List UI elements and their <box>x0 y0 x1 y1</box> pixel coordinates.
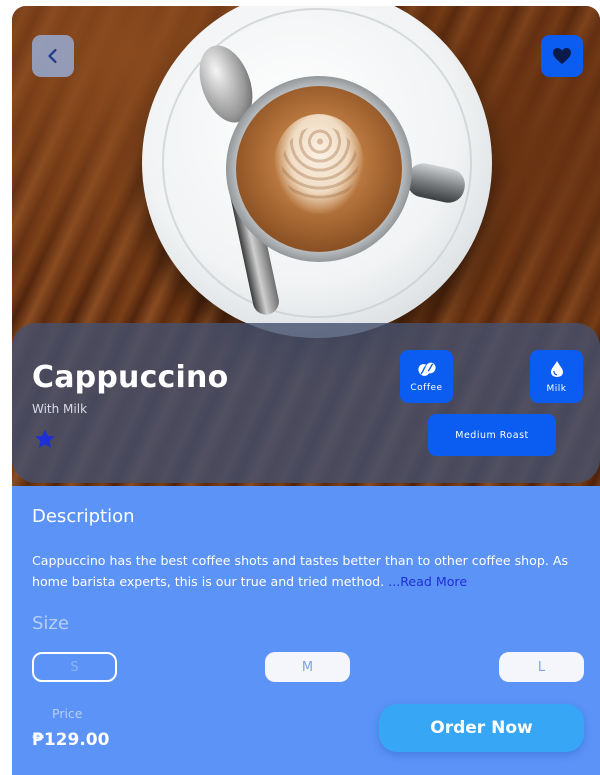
product-subtitle: With Milk <box>32 402 88 416</box>
price-value: ₱129.00 <box>32 730 110 750</box>
description-text: Cappuccino has the best coffee shots and… <box>32 550 572 592</box>
info-panel <box>12 323 600 483</box>
tag-roast: Medium Roast <box>428 414 556 456</box>
tag-milk: Milk <box>530 350 583 403</box>
tag-roast-label: Medium Roast <box>455 429 529 441</box>
size-option-m[interactable]: M <box>265 652 350 682</box>
coffee-beans-icon <box>417 362 436 376</box>
latte-art-lines <box>282 126 358 204</box>
heart-icon <box>553 48 571 64</box>
back-button[interactable] <box>32 35 74 77</box>
size-option-l[interactable]: L <box>499 652 584 682</box>
favorite-button[interactable] <box>541 35 583 77</box>
drop-icon <box>550 360 563 377</box>
tag-coffee-label: Coffee <box>410 382 443 393</box>
star-icon <box>35 429 55 448</box>
chevron-left-icon <box>48 48 57 64</box>
tag-milk-label: Milk <box>546 383 567 394</box>
size-option-s[interactable]: S <box>32 652 117 682</box>
product-screen: Cappuccino With Milk Coffee Milk Medium … <box>12 6 600 775</box>
description-heading: Description <box>32 506 135 527</box>
price-label: Price <box>52 706 83 721</box>
product-title: Cappuccino <box>32 360 229 395</box>
read-more-link[interactable]: ...Read More <box>388 574 467 589</box>
size-heading: Size <box>32 613 69 634</box>
tag-coffee: Coffee <box>400 350 453 403</box>
order-now-button[interactable]: Order Now <box>379 704 584 752</box>
description-body: Cappuccino has the best coffee shots and… <box>32 553 569 589</box>
